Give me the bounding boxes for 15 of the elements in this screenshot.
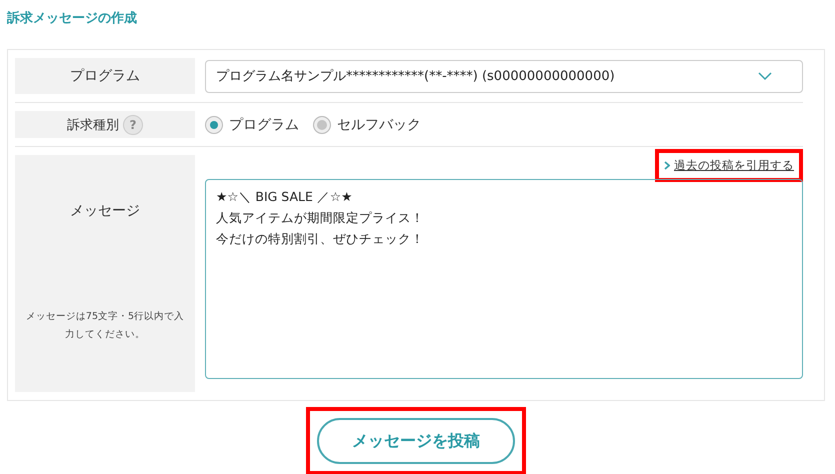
radio-option[interactable]: セルフバック — [313, 116, 421, 134]
program-select[interactable]: プログラム名サンプル************(**-****) (s00000000000000) — [205, 60, 803, 92]
radio-option[interactable]: プログラム — [205, 116, 299, 134]
message-line: 人気アイテムが期間限定プライス！ — [216, 209, 424, 227]
chevron-right-icon — [664, 161, 670, 170]
field-label: 訴求種別 — [67, 116, 119, 134]
field-label: メッセージ — [70, 202, 140, 220]
page-title: 訴求メッセージの作成 — [7, 10, 138, 28]
chevron-down-icon — [758, 72, 772, 80]
hint-text: メッセージは75文字・5行以内で入力してください。 — [24, 310, 186, 342]
message-field[interactable]: ★☆＼ BIG SALE ／☆★ 人気アイテムが期間限定プライス！ 今だけの特別割引、ぜひチェック！ — [205, 179, 803, 379]
message-line: ★☆＼ BIG SALE ／☆★ — [216, 188, 352, 206]
quote-link[interactable]: 過去の投稿を引用する — [664, 158, 794, 173]
field-label: プログラム — [15, 58, 195, 94]
message-line: 今だけの特別割引、ぜひチェック！ — [216, 230, 424, 248]
